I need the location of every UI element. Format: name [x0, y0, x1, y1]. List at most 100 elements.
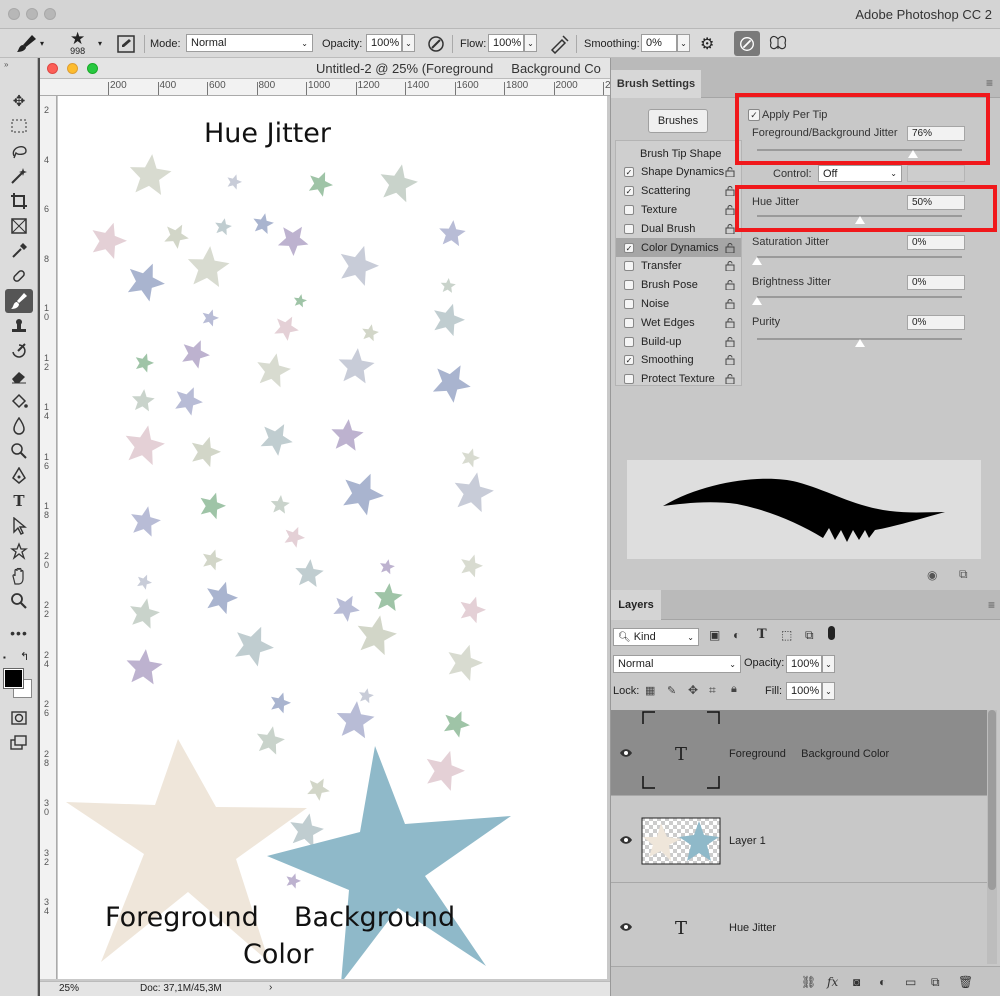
lock-position-icon[interactable]: ✥	[688, 683, 698, 697]
doc-close-button[interactable]	[47, 63, 58, 74]
layer-row[interactable]: Layer 1	[611, 797, 987, 883]
brush-preset-picker[interactable]: ★ 998	[70, 29, 85, 58]
brush-setting-scattering[interactable]: ✓ Scattering	[616, 182, 741, 201]
brush-setting-checkbox[interactable]	[624, 317, 634, 328]
opacity-dropdown[interactable]: ⌄	[402, 34, 415, 52]
layer-opacity-input[interactable]: 100%	[786, 655, 822, 673]
flow-dropdown[interactable]: ⌄	[524, 34, 537, 52]
delete-layer-icon[interactable]: 🗑︎	[958, 975, 973, 989]
crop-tool-icon[interactable]	[5, 189, 33, 213]
doc-zoom-button[interactable]	[87, 63, 98, 74]
lock-icon[interactable]	[725, 355, 735, 366]
brightness-jitter-slider-thumb[interactable]	[752, 297, 762, 305]
brush-setting-shape-dynamics[interactable]: ✓ Shape Dynamics	[616, 163, 741, 182]
doc-minimize-button[interactable]	[67, 63, 78, 74]
collapse-toolbar-icon[interactable]: »	[4, 60, 8, 69]
brush-settings-menu-icon[interactable]: ≡	[986, 76, 993, 90]
brush-setting-checkbox[interactable]	[624, 204, 634, 215]
toggle-preview-eye-icon[interactable]: ◉	[927, 568, 937, 582]
layer-row[interactable]: T Foreground Background Color	[611, 710, 987, 796]
saturation-jitter-slider-thumb[interactable]	[752, 257, 762, 265]
link-layers-icon[interactable]: ⛓	[801, 975, 816, 989]
symmetry-butterfly-icon[interactable]	[768, 29, 788, 58]
brush-setting-checkbox[interactable]	[624, 261, 634, 272]
brush-tool-preset-icon[interactable]: ▾	[16, 29, 44, 58]
filter-type-icon[interactable]: T	[757, 627, 767, 642]
eyedropper-tool-icon[interactable]	[5, 239, 33, 263]
frame-tool-icon[interactable]	[5, 214, 33, 238]
layer-opacity-dropdown[interactable]: ⌄	[822, 655, 835, 673]
lock-icon[interactable]	[725, 261, 735, 272]
new-group-icon[interactable]: ▭	[905, 975, 916, 989]
lock-icon[interactable]	[725, 374, 735, 385]
brush-setting-checkbox[interactable]	[624, 223, 634, 234]
dodge-tool-icon[interactable]	[5, 439, 33, 463]
new-layer-icon[interactable]: ⧉	[931, 975, 940, 990]
filter-pixel-icon[interactable]: ▣	[709, 628, 720, 642]
minimize-window-button[interactable]	[26, 8, 38, 20]
layers-scrollbar-track[interactable]	[987, 710, 997, 964]
lock-icon[interactable]	[725, 167, 735, 178]
pressure-opacity-icon[interactable]	[426, 29, 446, 58]
filter-toggle-switch[interactable]	[828, 626, 835, 640]
document-size[interactable]: Doc: 37,1M/45,3M	[140, 983, 222, 994]
lock-icon[interactable]	[725, 204, 735, 216]
purity-input[interactable]: 0%	[907, 315, 965, 330]
document-tab[interactable]: Untitled-2 @ 25% (Foreground Background …	[40, 58, 610, 79]
smoothing-gear-icon[interactable]: ⚙	[700, 29, 714, 58]
brush-setting-wet-edges[interactable]: Wet Edges	[616, 313, 741, 332]
eraser-tool-icon[interactable]	[5, 364, 33, 388]
screen-mode-icon[interactable]	[5, 731, 33, 755]
brush-setting-checkbox[interactable]: ✓	[624, 355, 634, 366]
layer-visibility-eye-icon[interactable]	[619, 748, 633, 758]
control-select[interactable]: Off ⌄	[818, 165, 902, 182]
create-new-brush-icon[interactable]: ⧉	[959, 567, 968, 582]
layer-visibility-eye-icon[interactable]	[619, 835, 633, 845]
zoom-window-button[interactable]	[44, 8, 56, 20]
paint-bucket-tool-icon[interactable]	[5, 389, 33, 413]
brush-setting-dual-brush[interactable]: Dual Brush	[616, 219, 741, 238]
clone-stamp-tool-icon[interactable]	[5, 314, 33, 338]
brush-tool-icon[interactable]	[5, 289, 33, 313]
brush-setting-noise[interactable]: Noise	[616, 294, 741, 313]
brush-setting-brush-pose[interactable]: Brush Pose	[616, 276, 741, 295]
brightness-jitter-slider[interactable]	[757, 296, 962, 298]
lock-image-pixels-icon[interactable]: ✎	[667, 684, 676, 697]
brush-panel-toggle-icon[interactable]	[116, 29, 136, 58]
history-brush-tool-icon[interactable]	[5, 339, 33, 363]
layer-kind-filter[interactable]: 🔍︎ Kind ⌄	[613, 628, 699, 646]
custom-shape-tool-icon[interactable]	[5, 539, 33, 563]
airbrush-icon[interactable]	[548, 29, 570, 58]
mode-select[interactable]: Normal ⌄	[186, 34, 313, 52]
brush-setting-color-dynamics[interactable]: ✓ Color Dynamics	[616, 238, 741, 257]
move-tool-icon[interactable]: ✥	[5, 89, 33, 113]
brush-preset-dropdown-arrow[interactable]: ▾	[98, 29, 102, 58]
blur-tool-icon[interactable]	[5, 414, 33, 438]
healing-brush-tool-icon[interactable]	[5, 264, 33, 288]
layer-row[interactable]: T Hue Jitter	[611, 884, 987, 970]
brush-setting-checkbox[interactable]	[624, 280, 634, 291]
layer-visibility-eye-icon[interactable]	[619, 922, 633, 932]
layer-fill-dropdown[interactable]: ⌄	[822, 682, 835, 700]
marquee-tool-icon[interactable]	[5, 114, 33, 138]
default-colors-icon[interactable]: ▪	[3, 653, 6, 662]
pen-tool-icon[interactable]	[5, 464, 33, 488]
filter-smart-object-icon[interactable]: ⧉	[805, 628, 814, 643]
filter-shape-icon[interactable]: ⬚	[781, 628, 792, 642]
brush-setting-build-up[interactable]: Build-up	[616, 332, 741, 351]
close-window-button[interactable]	[8, 8, 20, 20]
saturation-jitter-slider[interactable]	[757, 256, 962, 258]
layer-blend-mode-select[interactable]: Normal ⌄	[613, 655, 741, 673]
hand-tool-icon[interactable]	[5, 564, 33, 588]
layers-scrollbar-thumb[interactable]	[988, 710, 996, 890]
brush-setting-checkbox[interactable]: ✓	[624, 186, 634, 197]
swap-colors-icon[interactable]: ↰	[20, 650, 29, 663]
layer-fill-input[interactable]: 100%	[786, 682, 822, 700]
adjustment-layer-icon[interactable]: ◐	[879, 975, 886, 989]
path-selection-tool-icon[interactable]	[5, 514, 33, 538]
lock-icon[interactable]	[725, 223, 735, 235]
layer-thumbnail[interactable]	[641, 817, 721, 865]
brush-setting-checkbox[interactable]	[624, 336, 634, 347]
brush-setting-smoothing[interactable]: ✓ Smoothing	[616, 351, 741, 370]
canvas[interactable]: Hue Jitter Foreground Background Color	[58, 96, 607, 979]
